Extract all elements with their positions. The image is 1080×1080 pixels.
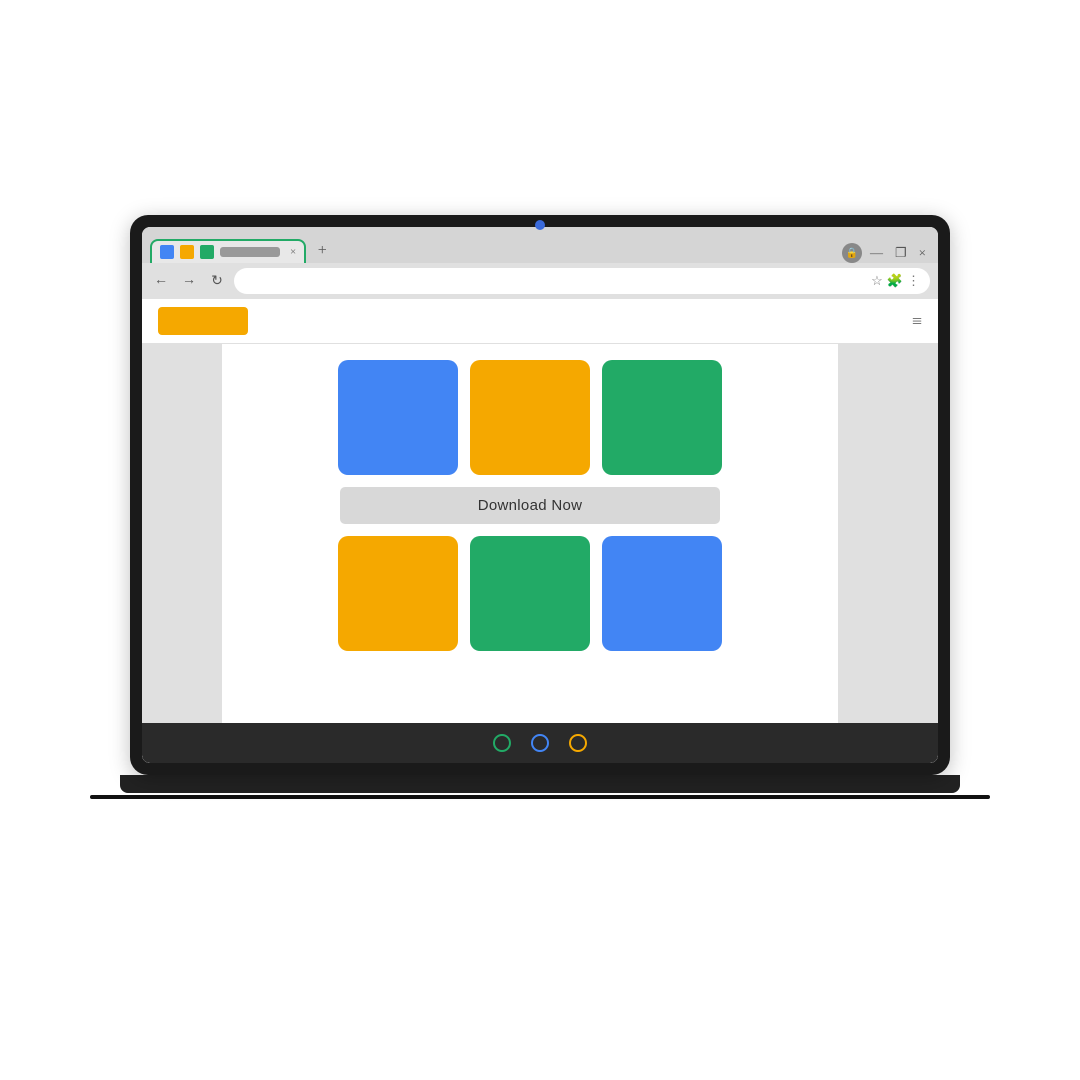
browser-menu-button[interactable]: ⋮ bbox=[907, 273, 920, 289]
sidebar-left bbox=[142, 344, 222, 724]
back-button[interactable]: ← bbox=[150, 270, 172, 292]
favicon-yellow bbox=[180, 245, 194, 259]
close-window-button[interactable]: × bbox=[915, 245, 930, 261]
card-row-1 bbox=[338, 360, 722, 475]
card-blue-1[interactable] bbox=[338, 360, 458, 475]
browser-controls: ← → ↻ ☆ 🧩 ⋮ bbox=[142, 263, 938, 299]
laptop-scene: × + 🔒 — ❐ × ← → ↻ bbox=[110, 215, 970, 865]
shield-icon: 🔒 bbox=[842, 243, 862, 263]
content-center: Download Now bbox=[222, 344, 838, 724]
card-yellow-2[interactable] bbox=[338, 536, 458, 651]
active-tab[interactable]: × bbox=[150, 239, 306, 263]
minimize-button[interactable]: — bbox=[866, 245, 887, 261]
extensions-icon[interactable]: 🧩 bbox=[887, 273, 903, 289]
sidebar-right bbox=[838, 344, 938, 724]
reload-button[interactable]: ↻ bbox=[206, 270, 228, 292]
forward-button[interactable]: → bbox=[178, 270, 200, 292]
browser-content: ≡ Download Now bbox=[142, 299, 938, 763]
site-header: ≡ bbox=[142, 299, 938, 344]
address-bar[interactable]: ☆ 🧩 ⋮ bbox=[234, 268, 930, 294]
card-green-2[interactable] bbox=[470, 536, 590, 651]
hamburger-menu-icon[interactable]: ≡ bbox=[912, 311, 922, 332]
tab-title bbox=[220, 247, 280, 257]
laptop-taskbar bbox=[142, 723, 938, 763]
maximize-button[interactable]: ❐ bbox=[891, 245, 911, 261]
screen-bezel: × + 🔒 — ❐ × ← → ↻ bbox=[142, 227, 938, 763]
address-text bbox=[244, 276, 865, 286]
card-green-1[interactable] bbox=[602, 360, 722, 475]
site-main: Download Now bbox=[142, 344, 938, 724]
browser-chrome: × + 🔒 — ❐ × ← → ↻ bbox=[142, 227, 938, 299]
webcam bbox=[535, 220, 545, 230]
address-icons: ☆ 🧩 ⋮ bbox=[871, 273, 920, 289]
taskbar-dot-blue bbox=[531, 734, 549, 752]
laptop-base-line bbox=[90, 795, 990, 799]
tab-bar: × + 🔒 — ❐ × bbox=[142, 227, 938, 263]
laptop-base-body bbox=[120, 775, 960, 793]
laptop-body: × + 🔒 — ❐ × ← → ↻ bbox=[130, 215, 950, 775]
laptop-base bbox=[90, 775, 990, 799]
favicon-green bbox=[200, 245, 214, 259]
download-now-button[interactable]: Download Now bbox=[340, 487, 720, 524]
taskbar-dot-green bbox=[493, 734, 511, 752]
bookmark-star-icon[interactable]: ☆ bbox=[871, 273, 883, 289]
download-button-wrapper: Download Now bbox=[340, 487, 720, 524]
taskbar-dot-yellow bbox=[569, 734, 587, 752]
card-yellow-1[interactable] bbox=[470, 360, 590, 475]
card-blue-2[interactable] bbox=[602, 536, 722, 651]
site-logo bbox=[158, 307, 248, 335]
favicon-blue bbox=[160, 245, 174, 259]
card-row-2 bbox=[338, 536, 722, 651]
tab-close-button[interactable]: × bbox=[290, 246, 296, 258]
new-tab-button[interactable]: + bbox=[310, 239, 334, 263]
window-controls: 🔒 — ❐ × bbox=[842, 243, 930, 263]
